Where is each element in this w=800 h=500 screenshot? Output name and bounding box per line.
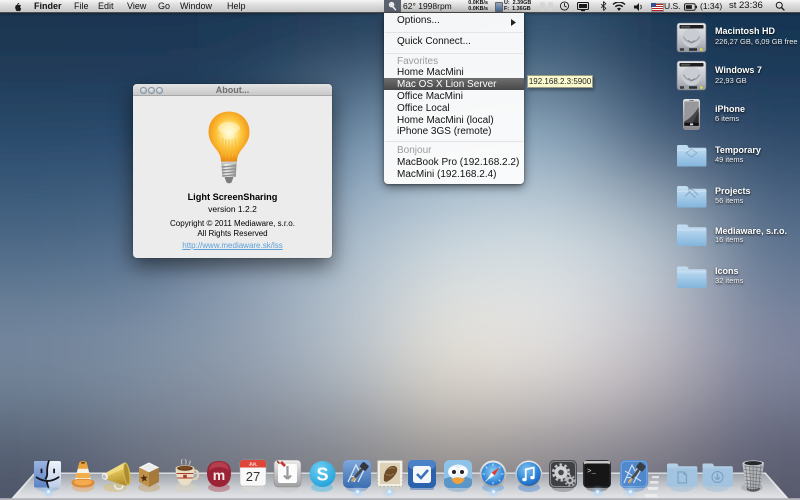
svg-text:JUL: JUL [249, 462, 258, 467]
svg-text:27: 27 [246, 469, 260, 484]
svg-text:S: S [316, 465, 328, 485]
svg-text:>_: >_ [587, 468, 597, 476]
svg-text:m: m [213, 467, 225, 483]
